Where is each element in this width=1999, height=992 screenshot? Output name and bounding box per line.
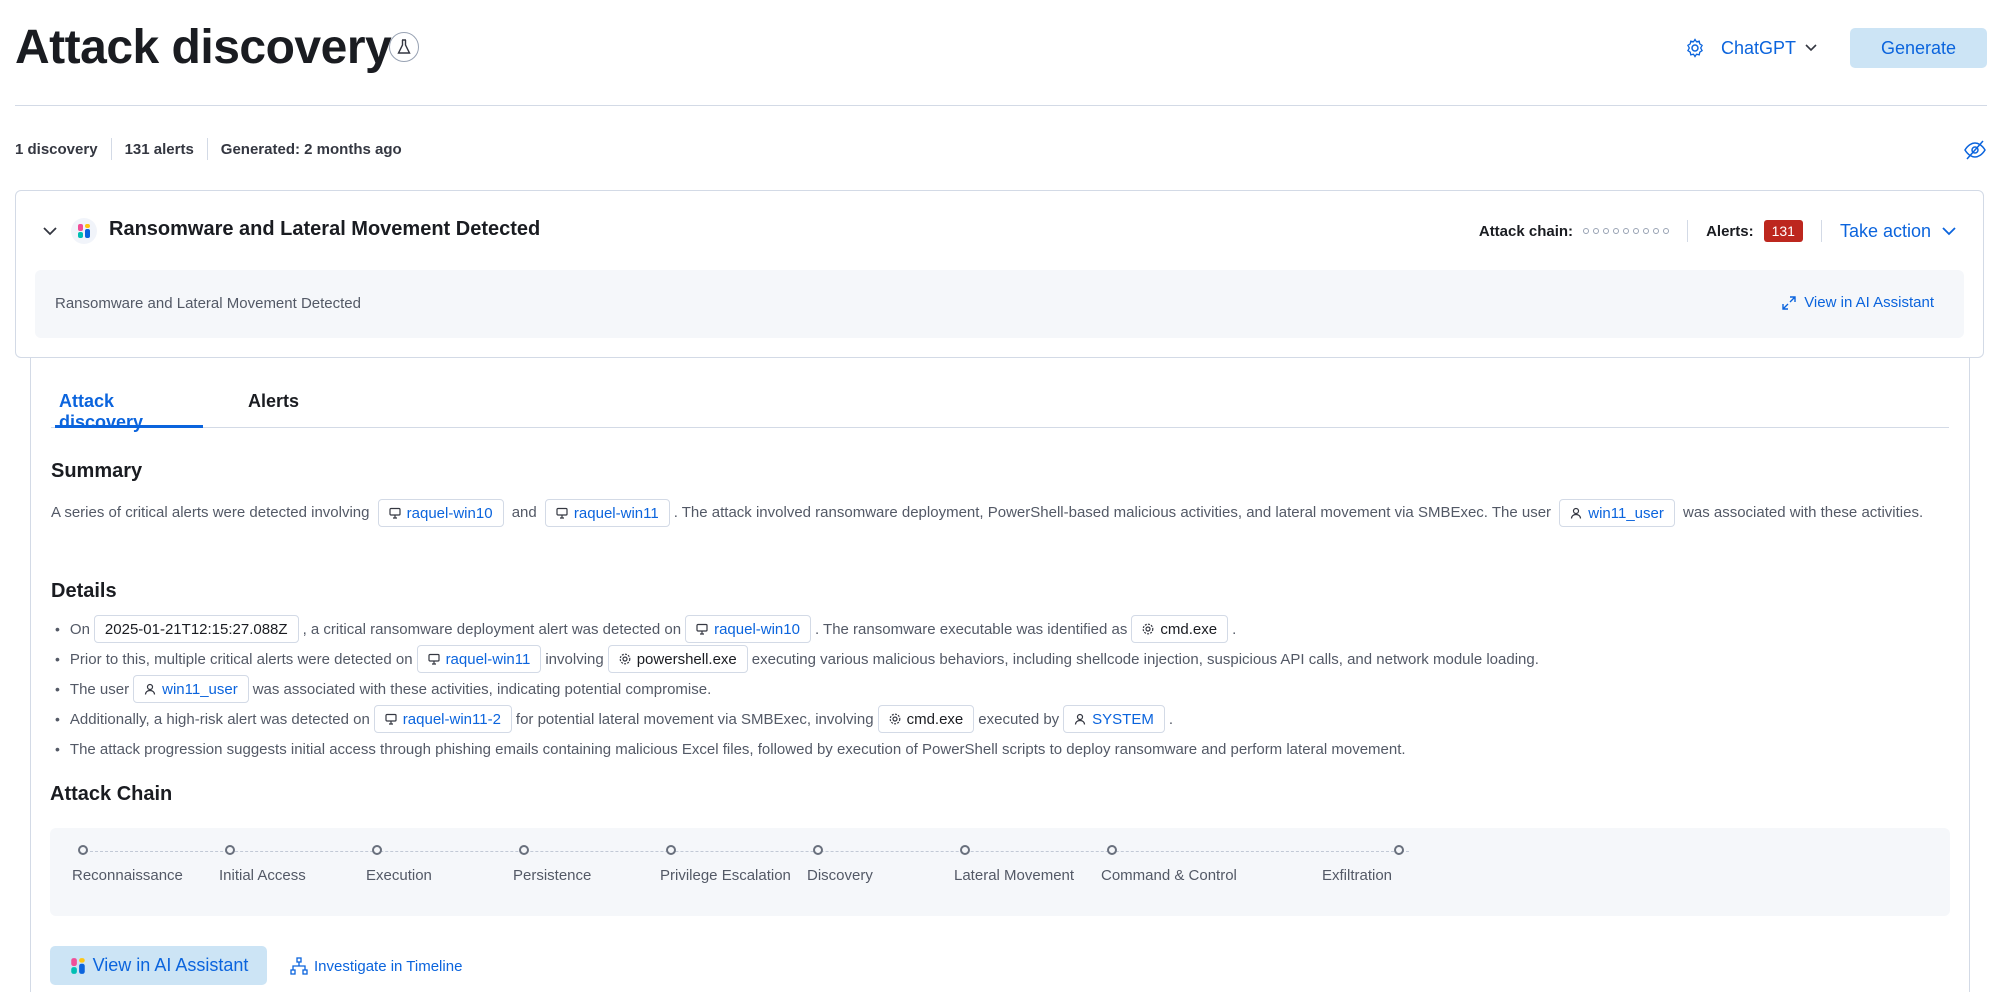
attack-discovery-page: Attack discovery ChatGPT Generate 1 disc… [0, 0, 1999, 992]
investigate-in-timeline-label: Investigate in Timeline [314, 957, 463, 975]
chevron-down-icon [1942, 227, 1956, 236]
expand-icon [1782, 295, 1796, 310]
chevron-down-icon [1805, 44, 1817, 52]
alerts-label: Alerts: [1706, 222, 1754, 240]
divider [1820, 220, 1822, 242]
discovery-count: 1 discovery [15, 140, 98, 158]
generated-time: Generated: 2 months ago [220, 140, 402, 158]
connector-label: ChatGPT [1720, 37, 1796, 58]
header-actions: ChatGPT Generate [1677, 28, 1987, 68]
attack-chain-timeline: Reconnaissance Initial Access Execution … [50, 828, 1950, 916]
beaker-icon[interactable] [389, 32, 419, 62]
alerts-count: 131 alerts [124, 140, 194, 158]
attack-chain-heading: Attack Chain [50, 783, 173, 805]
connector-selector[interactable]: ChatGPT [1721, 38, 1818, 59]
discovery-card-header: Ransomware and Lateral Movement Detected… [16, 191, 1983, 271]
attack-chain-mini [1583, 228, 1670, 234]
view-in-ai-assistant-label: View in AI Assistant [1804, 294, 1934, 311]
timeline-icon [290, 957, 308, 975]
divider [110, 138, 112, 160]
take-action-label: Take action [1839, 220, 1931, 241]
take-action-button[interactable]: Take action [1840, 221, 1957, 242]
discovery-meta: Attack chain: Alerts: 131 Take action [1479, 215, 1957, 247]
discovery-title: Ransomware and Lateral Movement Detected [109, 218, 541, 240]
view-in-ai-assistant-button[interactable]: View in AI Assistant [50, 946, 267, 985]
eye-closed-icon[interactable] [1963, 138, 1987, 162]
view-in-ai-assistant-link[interactable]: View in AI Assistant [1782, 294, 1934, 311]
attack-chain-section: Attack Chain Reconnaissance Initial Acce… [30, 358, 1970, 992]
attack-chain-label: Attack chain: [1478, 222, 1574, 240]
discovery-card: Ransomware and Lateral Movement Detected… [15, 190, 1984, 358]
ai-assistant-icon [71, 218, 97, 244]
divider [1687, 220, 1689, 242]
panel-summary-text: Ransomware and Lateral Movement Detected [55, 295, 361, 312]
discovery-summary-panel: Ransomware and Lateral Movement Detected… [35, 270, 1964, 338]
discovery-stats: 1 discovery 131 alerts Generated: 2 mont… [15, 138, 402, 160]
ai-assistant-icon [70, 957, 85, 974]
generate-button[interactable]: Generate [1850, 28, 1987, 68]
divider [206, 138, 208, 160]
investigate-in-timeline-button[interactable]: Investigate in Timeline [290, 951, 462, 981]
page-header: Attack discovery ChatGPT Generate [15, 14, 1987, 106]
chain-line [85, 851, 1409, 852]
chevron-down-icon[interactable] [38, 219, 62, 243]
alerts-badge[interactable]: 131 [1763, 220, 1803, 242]
page-title: Attack discovery [15, 21, 392, 74]
gear-icon[interactable] [1677, 30, 1713, 66]
view-in-ai-assistant-label: View in AI Assistant [92, 955, 249, 975]
